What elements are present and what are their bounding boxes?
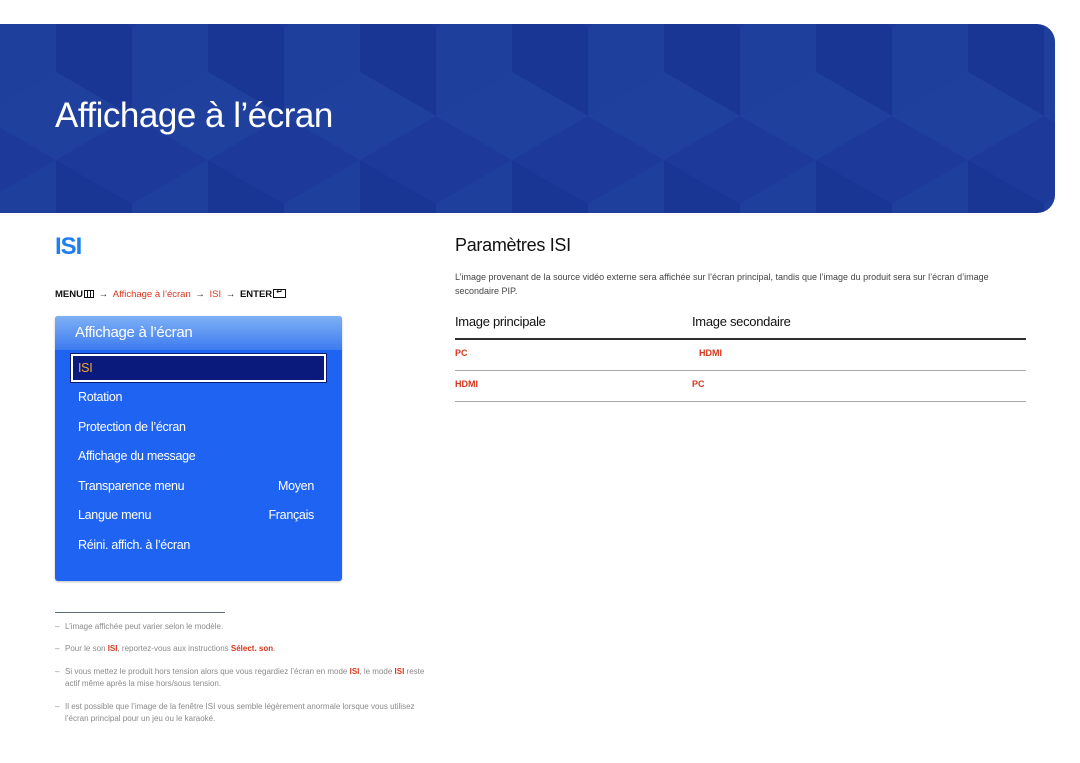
osd-menu-item-label: Affichage du message <box>78 449 196 463</box>
footnote-4: – Il est possible que l’image de la fenê… <box>55 701 425 725</box>
footnote-text: L’image affichée peut varier selon le mo… <box>65 622 224 631</box>
dash-icon: – <box>55 702 60 711</box>
table-row: HDMI PC <box>455 371 1026 402</box>
footnote-highlight: Sélect. son <box>230 644 274 653</box>
osd-menu-item-value: Moyen <box>277 479 314 493</box>
osd-menu-item-label: Réini. affich. à l’écran <box>78 538 191 552</box>
table-cell: HDMI <box>699 348 722 358</box>
footnote-3: – Si vous mettez le produit hors tension… <box>55 666 425 690</box>
osd-menu-item-label: Rotation <box>78 390 123 404</box>
footnote-text: Pour le son <box>65 644 108 653</box>
column-header-image-principale: Image principale <box>455 314 546 329</box>
menu-path-breadcrumb: MENU → Affichage à l’écran → ISI → ENTER <box>55 287 287 300</box>
table-header: Image principale Image secondaire <box>455 313 1026 340</box>
osd-menu-item-rotation[interactable]: Rotation <box>71 383 326 411</box>
arrow-icon: → <box>98 289 109 300</box>
osd-menu-item-reini-affich[interactable]: Réini. affich. à l’écran <box>71 531 326 559</box>
section-heading-parametres-isi: Paramètres ISI <box>455 235 571 255</box>
breadcrumb-step-isi: ISI <box>209 289 222 300</box>
osd-menu-item-label: Protection de l’écran <box>78 420 186 434</box>
section-heading-isi: ISI <box>55 233 82 260</box>
table-cell: PC <box>455 348 468 358</box>
footnote-text: Il est possible que l’image de la fenêtr… <box>65 702 415 723</box>
osd-menu-item-value: Français <box>268 508 314 522</box>
menu-label: MENU <box>55 289 83 300</box>
enter-icon <box>273 287 287 298</box>
footnote-divider <box>55 612 225 613</box>
footnote-text: , reportez-vous aux instructions <box>117 644 231 653</box>
osd-menu-item-label: Transparence menu <box>78 479 185 493</box>
table-cell: PC <box>692 379 705 389</box>
osd-menu-item-label: ISI <box>78 361 93 375</box>
footnote-text: . <box>273 644 276 653</box>
table-cell: HDMI <box>455 379 478 389</box>
dash-icon: – <box>55 622 60 631</box>
dash-icon: – <box>55 644 60 653</box>
breadcrumb-step-affichage: Affichage à l’écran <box>112 289 191 300</box>
osd-menu-title: Affichage à l’écran <box>55 316 342 350</box>
osd-menu-item-isi[interactable]: ISI <box>70 353 327 383</box>
arrow-icon: → <box>225 289 236 300</box>
footnote-text: Si vous mettez le produit hors tension a… <box>65 667 350 676</box>
osd-menu-item-label: Langue menu <box>78 508 152 522</box>
footnote-highlight: ISI <box>394 667 405 676</box>
footnote-1: – L’image affichée peut varier selon le … <box>55 621 425 633</box>
osd-menu-item-langue-menu[interactable]: Langue menu Français <box>71 501 326 529</box>
menu-icon <box>83 290 94 298</box>
isi-settings-table: Image principale Image secondaire PC HDM… <box>455 313 1026 402</box>
column-header-image-secondaire: Image secondaire <box>692 314 791 329</box>
section-description: L’image provenant de la source vidéo ext… <box>455 272 989 296</box>
enter-label: ENTER <box>239 289 273 300</box>
osd-menu-item-protection-ecran[interactable]: Protection de l’écran <box>71 413 326 441</box>
arrow-icon: → <box>195 289 205 300</box>
page-title: Affichage à l’écran <box>55 96 333 135</box>
header-banner: Affichage à l’écran <box>0 24 1055 213</box>
footnote-2: – Pour le son ISI, reportez-vous aux ins… <box>55 643 425 655</box>
footnote-highlight: ISI <box>349 667 360 676</box>
footnote-text: , le mode <box>359 667 395 676</box>
osd-menu-panel: Affichage à l’écran ISI Rotation Protect… <box>55 316 342 581</box>
table-row: PC HDMI <box>455 340 1026 371</box>
dash-icon: – <box>55 667 60 676</box>
osd-menu-item-transparence-menu[interactable]: Transparence menu Moyen <box>71 472 326 500</box>
osd-menu-item-affichage-message[interactable]: Affichage du message <box>71 442 326 470</box>
